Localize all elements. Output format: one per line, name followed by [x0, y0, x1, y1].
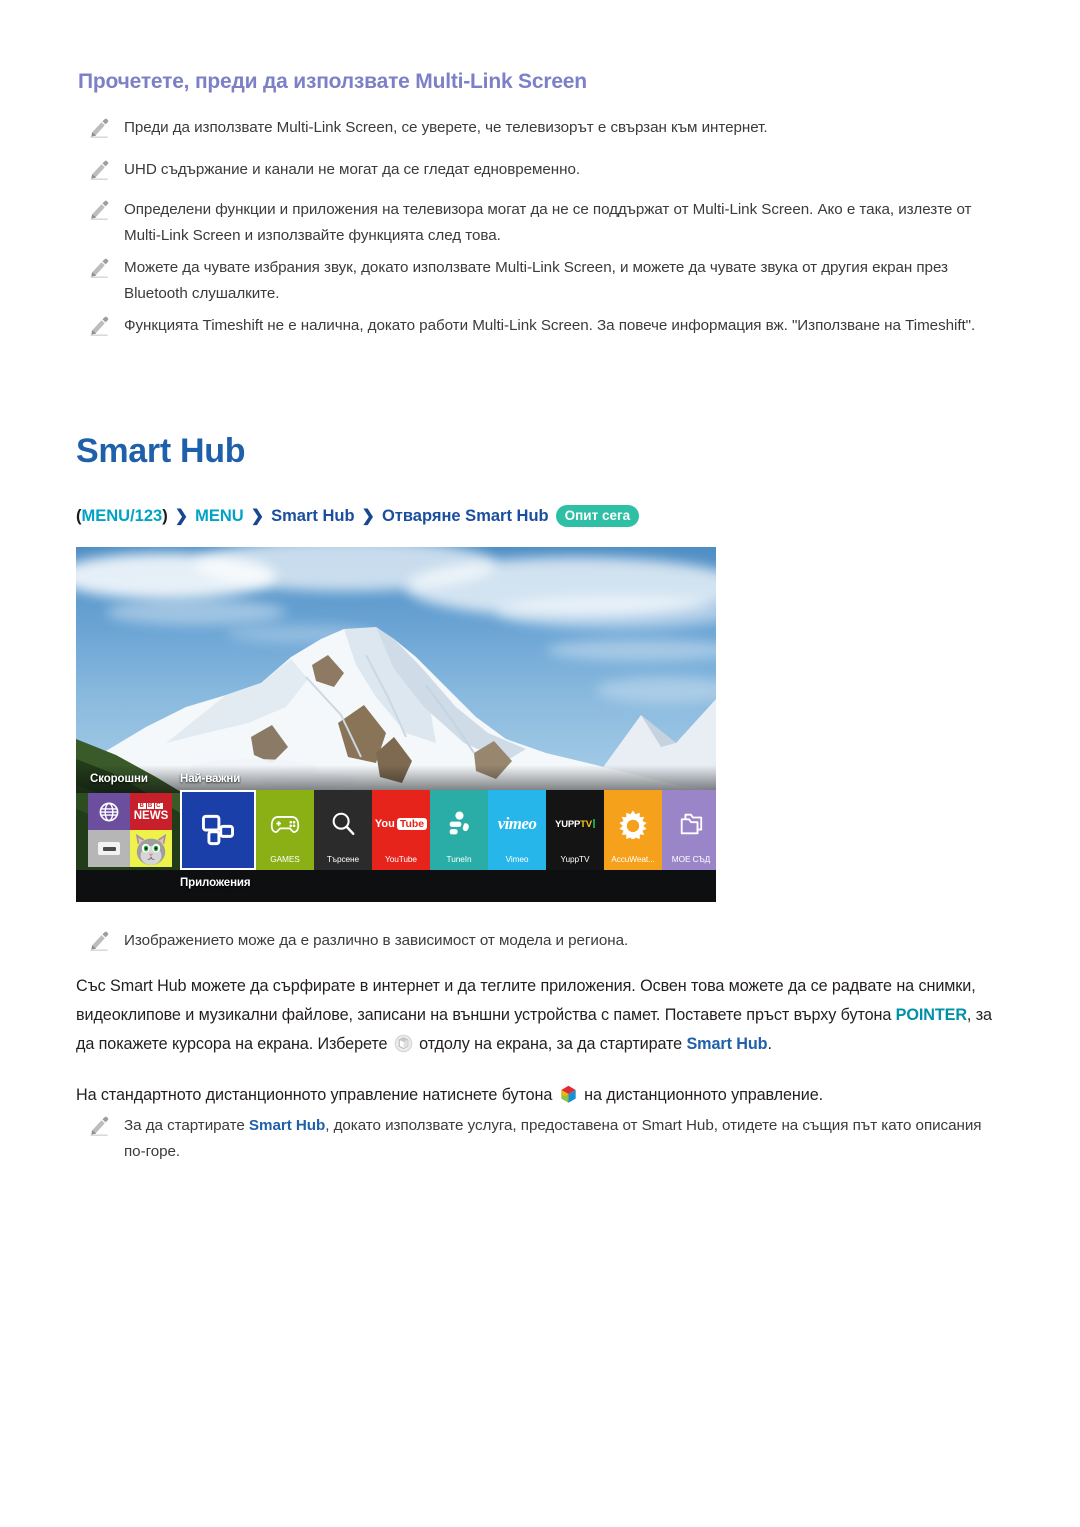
- tile-label: AccuWeat...: [611, 854, 655, 864]
- smart-hub-gray-icon: [394, 1034, 413, 1053]
- tile-label: YouTube: [385, 854, 417, 864]
- note-item: UHD съдържание и канали не могат да се г…: [88, 157, 998, 183]
- smart-hub-color-icon: [560, 1085, 577, 1104]
- chevron-right-icon: ❯: [250, 508, 265, 525]
- breadcrumb-menu[interactable]: MENU: [195, 507, 244, 526]
- youtube-logo-tube: Tube: [396, 818, 428, 830]
- tile-label: TuneIn: [446, 854, 472, 864]
- youtube-logo-you: You: [374, 818, 395, 830]
- breadcrumb-menu123[interactable]: MENU/123: [82, 507, 163, 526]
- smart-hub-emphasis: Smart Hub: [248, 1117, 326, 1134]
- note-text: Изображението може да е различно в завис…: [124, 932, 629, 949]
- globe-icon: [99, 802, 119, 821]
- pencil-icon: [88, 198, 110, 220]
- note-text: Определени функции и приложения на телев…: [124, 201, 972, 244]
- tile-games[interactable]: GAMES: [256, 790, 314, 870]
- pencil-icon: [88, 116, 110, 138]
- recent-tile-bbc-news[interactable]: BBC NEWS: [130, 793, 172, 830]
- remote-part-2: на дистанционното управление.: [579, 1086, 823, 1104]
- note-item: Преди да използвате Multi-Link Screen, с…: [88, 115, 998, 141]
- pencil-icon: [88, 929, 110, 951]
- search-icon: [332, 812, 355, 836]
- app-row-gradient: [76, 765, 716, 793]
- note-text: Функцията Timeshift не е налична, докато…: [124, 317, 976, 334]
- paragraph-part-1: Със Smart Hub можете да сърфирате в инте…: [76, 977, 976, 1024]
- body-paragraph-main: Със Smart Hub можете да сърфирате в инте…: [76, 972, 996, 1059]
- tile-smart-hub-apps[interactable]: [180, 790, 256, 870]
- recent-tiles-grid: BBC NEWS: [88, 793, 172, 867]
- tile-label: MOE СЪД: [671, 854, 711, 864]
- tile-label: Vimeo: [505, 854, 529, 864]
- section-subheading: Прочетете, преди да използвате Multi-Lin…: [78, 70, 587, 93]
- chevron-right-icon: ❯: [174, 508, 189, 525]
- tile-label: YuppTV: [560, 854, 590, 864]
- recent-tile-talking-tom[interactable]: [130, 830, 172, 867]
- row-label-featured: Най-важни: [180, 773, 241, 785]
- tile-yupptv[interactable]: YUPPTV YuppTV: [546, 790, 604, 870]
- gamepad-icon: [270, 816, 300, 833]
- row-label-apps: Приложения: [180, 877, 251, 889]
- note-text: Преди да използвате Multi-Link Screen, с…: [124, 119, 768, 136]
- pencil-icon: [88, 158, 110, 180]
- note-text: За да стартирате Smart Hub, докато изпол…: [124, 1113, 993, 1165]
- breadcrumb-open-smart-hub[interactable]: Отваряне Smart Hub: [382, 507, 549, 526]
- breadcrumb-smart-hub[interactable]: Smart Hub: [271, 507, 354, 526]
- pencil-icon: [88, 256, 110, 278]
- row-label-recent: Скорошни: [90, 773, 148, 785]
- apps-panel-icon: [202, 814, 234, 846]
- youtube-icon: You Tube: [374, 818, 428, 830]
- note-text: UHD съдържание и канали не могат да се г…: [124, 161, 581, 178]
- document-page: Прочетете, преди да използвате Multi-Lin…: [0, 0, 1080, 1527]
- tile-moe-content[interactable]: MOE СЪД: [662, 790, 716, 870]
- note-item: Функцията Timeshift не е налична, докато…: [88, 313, 993, 339]
- paragraph-part-3: отдолу на екрана, за да стартирате: [414, 1035, 687, 1053]
- bbc-logo: BBC: [138, 802, 163, 809]
- pencil-icon: [88, 1114, 110, 1136]
- tile-youtube[interactable]: You Tube YouTube: [372, 790, 430, 870]
- yupptv-logo-yupp: YUPP: [555, 818, 581, 830]
- yupptv-icon: YUPPTV: [555, 818, 595, 830]
- remote-part-1: На стандартното дистанционното управлени…: [76, 1086, 557, 1104]
- tile-vimeo[interactable]: vimeo Vimeo: [488, 790, 546, 870]
- note-item: Определени функции и приложения на телев…: [88, 197, 988, 249]
- bbc-news-label: NEWS: [133, 809, 169, 822]
- paragraph-part-4: .: [767, 1035, 772, 1053]
- tile-accuweather[interactable]: AccuWeat...: [604, 790, 662, 870]
- tile-tunein[interactable]: TuneIn: [430, 790, 488, 870]
- tile-label: GAMES: [270, 854, 300, 864]
- breadcrumb: (MENU/123) ❯ MENU ❯ Smart Hub ❯ Отваряне…: [76, 505, 640, 527]
- vimeo-icon: vimeo: [497, 814, 537, 833]
- page-title: Smart Hub: [76, 432, 246, 470]
- folders-icon: [680, 813, 703, 835]
- hdmi-icon: [98, 842, 120, 855]
- yupptv-logo-tv: TV: [580, 818, 592, 830]
- sun-icon: [619, 810, 647, 839]
- recent-tile-web-browser[interactable]: [88, 793, 130, 830]
- tunein-icon: [449, 811, 469, 835]
- pencil-icon: [88, 314, 110, 336]
- note-part-1: За да стартирате: [124, 1117, 249, 1134]
- note-item: Изображението може да е различно в завис…: [88, 928, 988, 954]
- pointer-button-name: POINTER: [895, 1006, 967, 1024]
- note-item: Можете да чувате избрания звук, докато и…: [88, 255, 993, 307]
- note-text: Можете да чувате избрания звук, докато и…: [124, 259, 948, 302]
- try-now-badge[interactable]: Опит сега: [555, 505, 640, 527]
- app-tiles-row: GAMES Търсене You Tube YouTube TuneIn vi…: [180, 790, 716, 870]
- tile-label: Търсене: [326, 854, 360, 864]
- chevron-right-icon: ❯: [361, 508, 375, 525]
- smart-hub-emphasis: Smart Hub: [686, 1035, 768, 1053]
- note-item: За да стартирате Smart Hub, докато изпол…: [88, 1113, 993, 1165]
- breadcrumb-close-paren: ): [162, 506, 168, 525]
- recent-tile-source[interactable]: [88, 830, 130, 867]
- body-paragraph-remote: На стандартното дистанционното управлени…: [76, 1081, 996, 1110]
- smart-hub-screenshot: Скорошни Най-важни Приложения BBC NEWS G…: [76, 547, 716, 902]
- cat-icon: [135, 833, 167, 865]
- tile-search[interactable]: Търсене: [314, 790, 372, 870]
- apps-footer-bar: [76, 870, 716, 902]
